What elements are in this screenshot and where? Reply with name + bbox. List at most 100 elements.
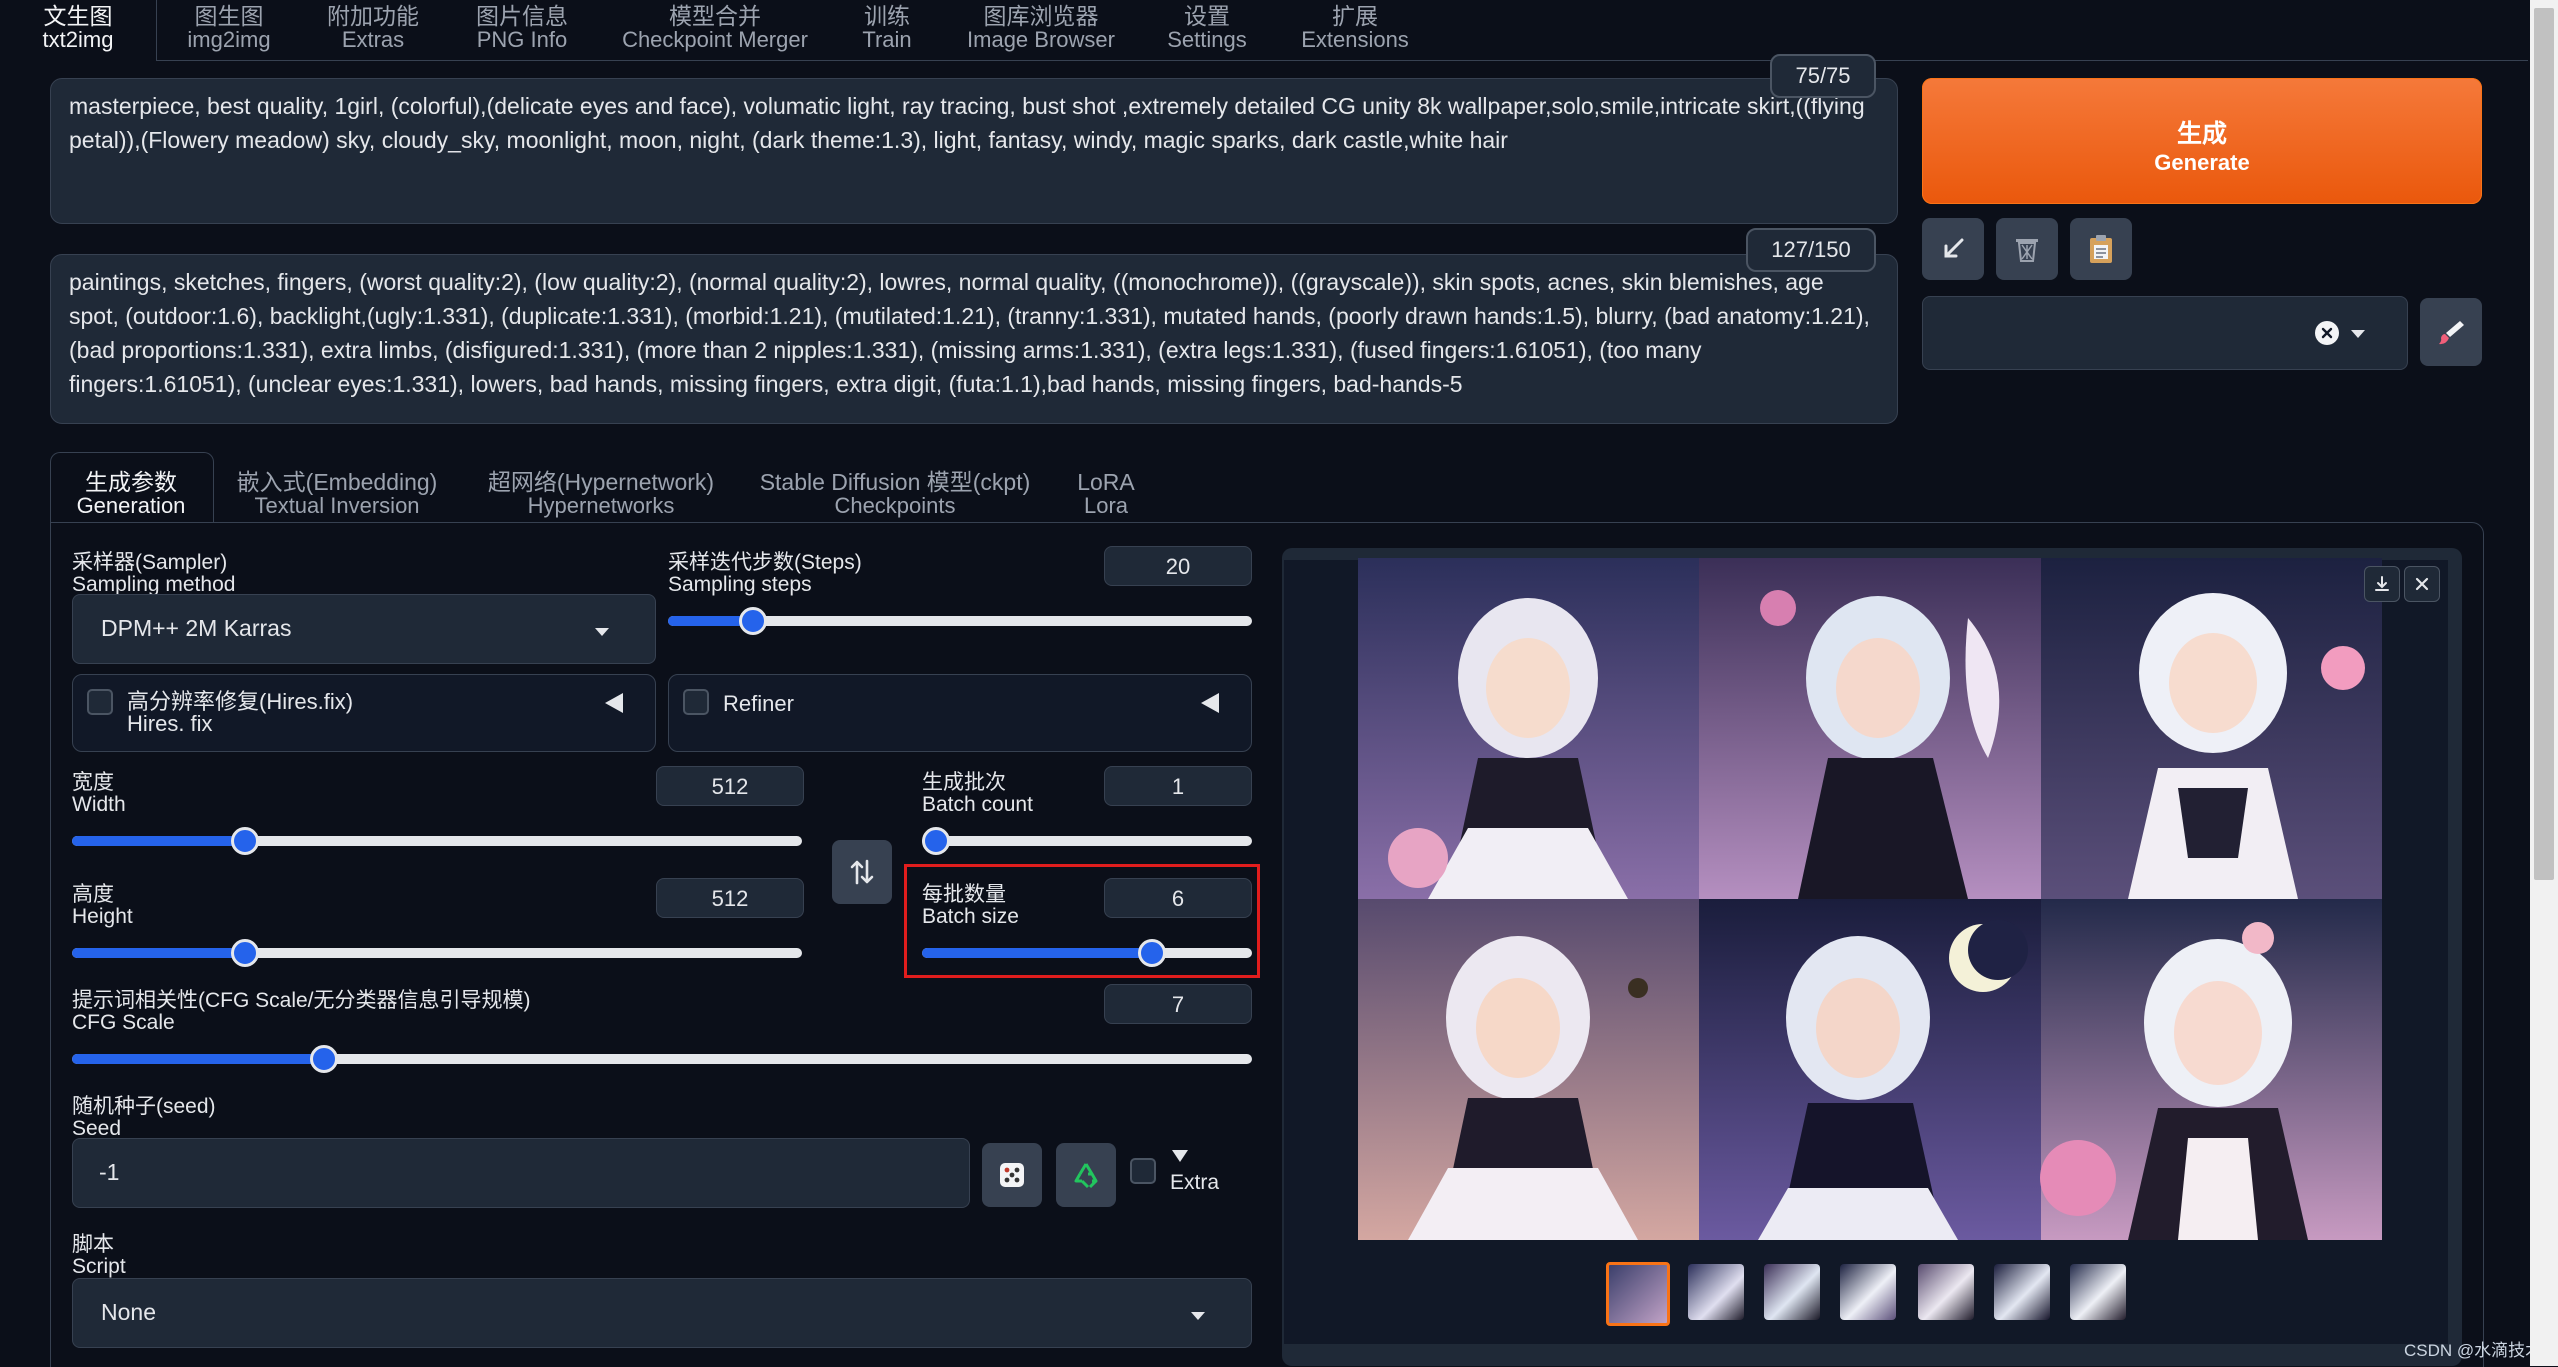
subtab-label-zh: LoRA (1077, 469, 1135, 495)
page-scrollbar[interactable] (2530, 0, 2558, 1366)
tab-label-en: Settings (1167, 27, 1247, 52)
subtab-label-en: Hypernetworks (527, 493, 675, 518)
cfg-number-input[interactable]: 7 (1104, 984, 1252, 1024)
subtab-label-zh: 超网络(Hypernetwork) (487, 469, 715, 495)
clear-prompt-button[interactable] (1996, 218, 2058, 280)
clear-icon[interactable] (2315, 321, 2339, 345)
gallery-thumbnail-6[interactable] (2070, 1264, 2126, 1320)
tab-label-zh: 附加功能 (327, 3, 419, 29)
styles-dropdown[interactable] (1922, 296, 2408, 370)
sampler-value: DPM++ 2M Karras (101, 615, 292, 641)
seed-input[interactable]: -1 (72, 1138, 970, 1208)
arrow-down-left-icon (1944, 238, 1964, 258)
close-preview-button[interactable] (2404, 566, 2440, 602)
subtab-label-en: Lora (1083, 493, 1129, 518)
subtab-checkpoints[interactable]: Stable Diffusion 模型(ckpt) Checkpoints (758, 470, 1032, 518)
refiner-checkbox[interactable] (683, 689, 709, 715)
image-grid-picture (1358, 558, 2382, 1240)
generate-label-en: Generate (2154, 150, 2250, 175)
negative-prompt-input[interactable]: paintings, sketches, fingers, (worst qua… (50, 254, 1898, 424)
sampler-dropdown[interactable]: DPM++ 2M Karras (72, 594, 656, 664)
script-dropdown[interactable]: None (72, 1278, 1252, 1348)
batch-count-label: 生成批次 Batch count (922, 772, 1033, 816)
slider-fill (72, 948, 245, 958)
batch-count-number-input[interactable]: 1 (1104, 766, 1252, 806)
hires-fix-accordion[interactable]: 高分辨率修复(Hires.fix) Hires. fix (72, 674, 656, 752)
height-slider[interactable] (72, 939, 802, 967)
clipboard-icon (2090, 235, 2112, 263)
collapse-arrow-icon[interactable] (605, 693, 623, 713)
generate-button[interactable]: 生成 Generate (1922, 78, 2482, 204)
cfg-label-en: CFG Scale (72, 1011, 175, 1034)
hires-fix-checkbox[interactable] (87, 689, 113, 715)
tab-txt2img[interactable]: 文生图 txt2img (0, 4, 156, 52)
tab-train[interactable]: 训练 Train (838, 4, 936, 52)
hires-label-en: Hires. fix (127, 711, 213, 736)
gallery-thumbnail-3[interactable] (1840, 1264, 1896, 1320)
cfg-label-zh: 提示词相关性(CFG Scale/无分类器信息引导规模) (72, 989, 531, 1012)
subtab-lora[interactable]: LoRA Lora (1066, 470, 1146, 518)
expand-arrow-icon[interactable] (1172, 1150, 1188, 1162)
sampler-label-en: Sampling method (72, 573, 236, 596)
steps-slider[interactable] (668, 607, 1252, 635)
script-value: None (101, 1299, 156, 1325)
random-seed-button[interactable] (982, 1143, 1042, 1207)
slider-handle[interactable] (922, 827, 950, 855)
height-number-input[interactable]: 512 (656, 878, 804, 918)
apply-styles-button[interactable] (2070, 218, 2132, 280)
subtab-generation[interactable]: 生成参数 Generation (50, 470, 212, 518)
tab-label-zh: 图生图 (194, 3, 264, 29)
prompt-input[interactable]: masterpiece, best quality, 1girl, (color… (50, 78, 1898, 224)
subtab-textual-inversion[interactable]: 嵌入式(Embedding) Textual Inversion (232, 470, 442, 518)
gallery-thumbnail-5[interactable] (1994, 1264, 2050, 1320)
tab-checkpoint-merger[interactable]: 模型合并 Checkpoint Merger (612, 4, 818, 52)
tab-extras[interactable]: 附加功能 Extras (308, 4, 438, 52)
slider-handle[interactable] (738, 607, 767, 635)
tab-png-info[interactable]: 图片信息 PNG Info (458, 4, 586, 52)
height-label: 高度 Height (72, 884, 133, 928)
close-icon (2415, 577, 2429, 591)
prompt-token-counter: 75/75 (1770, 54, 1876, 98)
width-label: 宽度 Width (72, 772, 126, 816)
steps-label-zh: 采样迭代步数(Steps) (668, 551, 862, 574)
subtab-label-en: Checkpoints (834, 493, 956, 518)
gallery-thumbnail-1[interactable] (1688, 1264, 1744, 1320)
annotation-highlight-box (904, 864, 1260, 978)
tab-settings[interactable]: 设置 Settings (1150, 4, 1264, 52)
tab-extensions[interactable]: 扩展 Extensions (1290, 4, 1420, 52)
collapse-arrow-icon[interactable] (1201, 693, 1219, 713)
chevron-down-icon (595, 628, 609, 636)
gallery-thumbnail-4[interactable] (1918, 1264, 1974, 1320)
refiner-accordion[interactable]: Refiner (668, 674, 1252, 752)
steps-number-input[interactable]: 20 (1104, 546, 1252, 586)
tab-img2img[interactable]: 图生图 img2img (170, 4, 288, 52)
tab-label-zh: 图片信息 (476, 3, 568, 29)
slider-handle[interactable] (230, 939, 259, 967)
cfg-slider[interactable] (72, 1045, 1252, 1073)
tab-label-zh: 图库浏览器 (983, 3, 1099, 29)
gallery-thumbnail-grid[interactable] (1606, 1262, 1670, 1326)
subtab-hypernetworks[interactable]: 超网络(Hypernetwork) Hypernetworks (478, 470, 724, 518)
width-number-input[interactable]: 512 (656, 766, 804, 806)
edit-styles-button[interactable] (2420, 298, 2482, 366)
read-params-button[interactable] (1922, 218, 1984, 280)
tab-label-en: img2img (187, 27, 271, 52)
gallery-thumbnail-2[interactable] (1764, 1264, 1820, 1320)
extra-seed-checkbox[interactable] (1130, 1158, 1156, 1184)
reuse-seed-button[interactable] (1056, 1143, 1116, 1207)
slider-handle[interactable] (230, 827, 259, 855)
batch-count-slider[interactable] (922, 827, 1252, 855)
swap-dimensions-button[interactable] (832, 840, 892, 904)
width-label-en: Width (72, 793, 126, 816)
width-slider[interactable] (72, 827, 802, 855)
tab-label-zh: 模型合并 (669, 3, 761, 29)
sampler-label-zh: 采样器(Sampler) (72, 551, 228, 574)
download-button[interactable] (2364, 566, 2400, 602)
tab-image-browser[interactable]: 图库浏览器 Image Browser (958, 4, 1124, 52)
scrollbar-thumb[interactable] (2534, 8, 2554, 880)
subtab-label-zh: Stable Diffusion 模型(ckpt) (759, 469, 1031, 495)
chevron-down-icon (2351, 330, 2365, 338)
sampler-label: 采样器(Sampler) Sampling method (72, 552, 235, 596)
generated-image-grid[interactable] (1358, 558, 2382, 1240)
script-label-en: Script (72, 1255, 126, 1278)
